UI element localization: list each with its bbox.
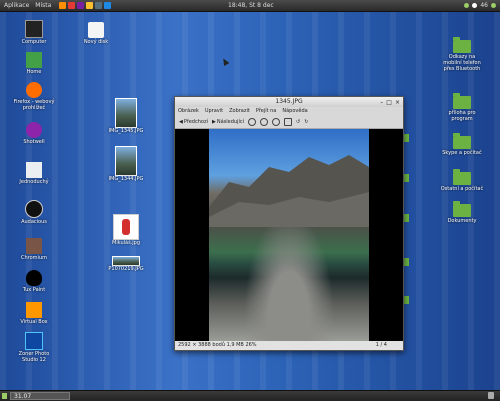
folder-icon — [453, 169, 471, 185]
taskbar-item[interactable]: 31.07 — [10, 392, 70, 400]
volume-icon[interactable] — [472, 3, 478, 8]
viewer-toolbar: ◀ Předchozí ▶ Následující ↺ ↻ — [175, 116, 403, 129]
status-bar: 2592 × 3888 bodů 1,9 MB 26% 1 / 4 — [175, 341, 403, 350]
santa-thumbnail — [113, 214, 139, 240]
desktop-file-img2[interactable]: IMG_1344.JPG — [104, 146, 148, 182]
security-icon[interactable] — [104, 2, 112, 9]
folder-icon — [453, 133, 471, 149]
virtualbox-icon — [26, 302, 42, 318]
desktop-folder-ostatni[interactable]: Ostatní a počítač — [440, 169, 484, 192]
folder-icon — [453, 93, 471, 109]
computer-icon — [25, 20, 43, 38]
firefox-icon[interactable] — [59, 2, 67, 9]
zoom-fit-icon[interactable] — [271, 118, 280, 126]
mouse-cursor — [220, 56, 230, 67]
menu-edit[interactable]: Upravit — [205, 107, 223, 116]
bottom-panel: 31.07 — [0, 390, 500, 401]
desktop-folder-skype[interactable]: Skype a počítač — [440, 133, 484, 156]
prev-button[interactable]: ◀ Předchozí — [179, 119, 208, 125]
desktop-file-p107[interactable]: P1070219.JPG — [104, 256, 148, 272]
firefox-icon — [26, 82, 42, 98]
rotate-right-icon[interactable]: ↻ — [304, 119, 308, 125]
trash-icon[interactable] — [488, 392, 494, 399]
mountain-photo — [209, 129, 369, 341]
drive-icon — [88, 22, 104, 38]
clock[interactable]: 18:48, St 8 dec — [228, 2, 274, 9]
desktop-item-tuxpaint[interactable]: Tux Paint — [12, 270, 56, 293]
image-viewer-window[interactable]: 1345.JPG – □ × Obrázek Upravit Zobrazit … — [174, 96, 404, 351]
audacious-icon — [25, 200, 43, 218]
image-canvas[interactable] — [175, 129, 403, 341]
desktop-folder-priloha[interactable]: příloha pro program — [440, 93, 484, 122]
shotwell-icon[interactable] — [77, 2, 85, 9]
zoner-icon — [25, 332, 43, 350]
opera-icon[interactable] — [68, 2, 76, 9]
desktop-item-firefox[interactable]: Firefox - webový prohlížeč — [12, 82, 56, 111]
shotwell-icon — [26, 122, 42, 138]
desktop-folder-dokumenty[interactable]: Dokumenty — [440, 201, 484, 224]
text-editor-icon — [26, 162, 42, 178]
battery-indicator[interactable]: 46 — [480, 2, 488, 9]
editor-icon[interactable] — [95, 2, 103, 9]
desktop-item-shotwell[interactable]: Shotwell — [12, 122, 56, 145]
tux-icon — [26, 270, 42, 286]
close-icon[interactable]: × — [395, 98, 400, 108]
folder-icon — [453, 201, 471, 217]
desktop-item-virtualbox[interactable]: Virtual Box — [12, 302, 56, 325]
top-panel: Aplikace Místa 18:48, St 8 dec 46 — [0, 0, 500, 12]
image-thumbnail — [112, 256, 140, 266]
window-title: 1345.JPG — [275, 98, 303, 105]
chromium-icon[interactable] — [86, 2, 94, 9]
menu-go[interactable]: Přejít na — [256, 107, 277, 116]
image-info: 2592 × 3888 bodů 1,9 MB 26% — [178, 342, 257, 348]
rotate-left-icon[interactable]: ↺ — [296, 119, 300, 125]
menu-image[interactable]: Obrázek — [178, 107, 199, 116]
zoom-in-icon[interactable] — [247, 118, 256, 126]
desktop-folder-bluetooth[interactable]: Odkazy na mobilní telefon přes Bluetooth — [440, 37, 484, 72]
show-desktop-icon[interactable] — [2, 393, 7, 399]
power-icon[interactable] — [491, 3, 496, 8]
zoom-normal-icon[interactable] — [283, 118, 292, 126]
menu-help[interactable]: Nápověda — [282, 107, 307, 116]
page-indicator: 1 / 4 — [375, 342, 387, 348]
zoom-out-icon[interactable] — [259, 118, 268, 126]
chromium-icon — [26, 238, 42, 254]
desktop-item-new-disk[interactable]: Nový disk — [74, 22, 118, 45]
desktop-item-computer[interactable]: Computer — [12, 20, 56, 45]
launcher-icons — [59, 2, 112, 9]
desktop-item-editor[interactable]: Jednoduchý — [12, 162, 56, 185]
desktop-item-audacious[interactable]: Audacious — [12, 200, 56, 225]
network-icon[interactable] — [464, 3, 470, 8]
desktop-item-home[interactable]: Home — [12, 52, 56, 75]
applications-menu[interactable]: Aplikace — [4, 2, 29, 9]
next-button[interactable]: ▶ Následující — [212, 119, 244, 125]
image-thumbnail — [115, 146, 137, 176]
places-menu[interactable]: Místa — [35, 2, 51, 9]
system-tray: 46 — [464, 2, 496, 9]
desktop-file-mikulas[interactable]: Mikuláš.jpg — [104, 214, 148, 246]
maximize-icon[interactable]: □ — [386, 98, 392, 108]
desktop-item-chromium[interactable]: Chromium — [12, 238, 56, 261]
image-thumbnail — [115, 98, 137, 128]
minimize-icon[interactable]: – — [380, 98, 383, 108]
desktop-file-img1[interactable]: IMG_1345.JPG — [104, 98, 148, 134]
home-icon — [26, 52, 42, 68]
folder-icon — [453, 37, 471, 53]
desktop-item-zoner[interactable]: Zoner Photo Studio 12 — [12, 332, 56, 363]
viewer-menubar: Obrázek Upravit Zobrazit Přejít na Nápov… — [175, 107, 403, 116]
menu-view[interactable]: Zobrazit — [229, 107, 250, 116]
window-titlebar[interactable]: 1345.JPG – □ × — [175, 97, 403, 107]
mountain-silhouette — [209, 155, 369, 227]
